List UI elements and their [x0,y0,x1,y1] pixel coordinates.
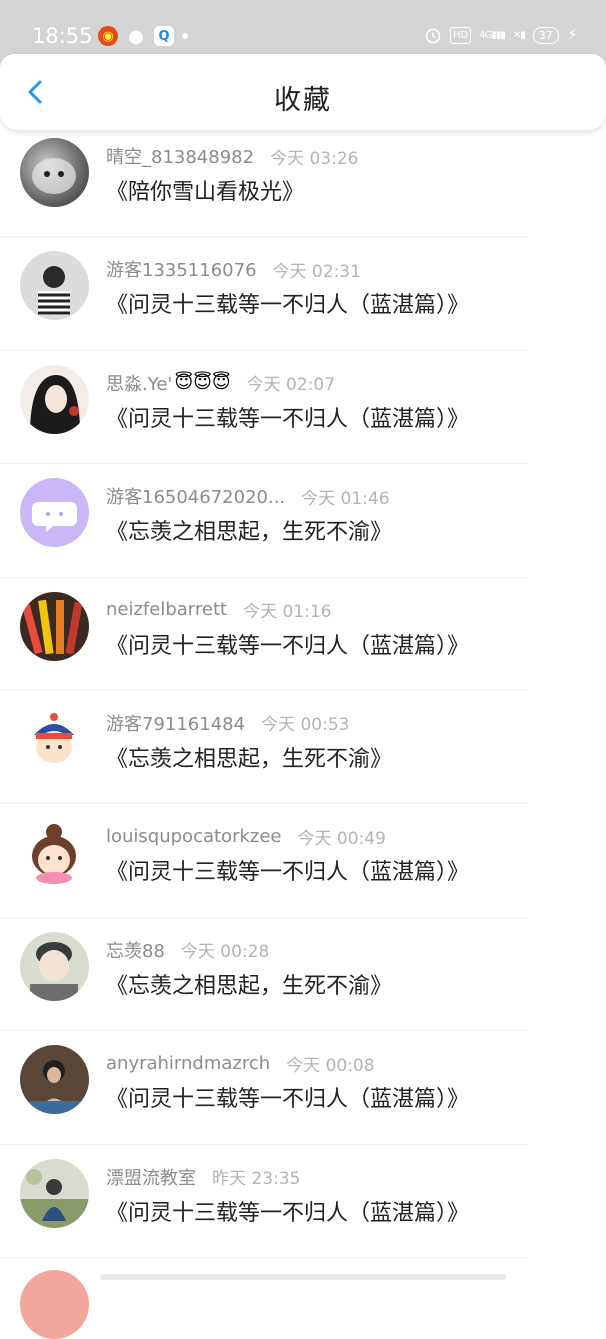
wechat-icon: ● [128,25,144,47]
list-item[interactable]: 游客1335116076 今天 02:31 《问灵十三载等一不归人（蓝湛篇）》 [0,237,606,352]
username[interactable]: 漂盟流教室 [106,1164,196,1190]
signal-2-icon: ✕▮ [512,29,526,41]
username[interactable]: neizfelbarrett [106,599,227,620]
list-item[interactable]: 漂盟流教室 昨天 23:35 《问灵十三载等一不归人（蓝湛篇）》 [0,1145,606,1259]
book-title[interactable]: 《问灵十三载等一不归人（蓝湛篇）》 [106,1081,469,1113]
weibo-icon: ◉ [98,26,118,46]
timestamp: 今天 03:26 [270,148,359,169]
alarm-icon [425,28,441,44]
item-meta: louisqupocatorkzee 今天 00:49 [106,824,386,849]
list-item[interactable]: 游客791161484 今天 00:53 《忘羡之相思起，生死不渝》 [0,691,606,805]
item-meta: anyrahirndmazrch 今天 00:08 [106,1051,375,1076]
username[interactable]: anyrahirndmazrch [106,1053,270,1074]
list-item[interactable]: 思淼.Ye' 😇😇😇 今天 02:07 《问灵十三载等一不归人（蓝湛篇）》 [0,351,606,465]
username[interactable]: 游客16504672020... [106,483,285,509]
book-title[interactable]: 《陪你雪山看极光》 [106,174,304,206]
charging-icon: ⚡ [566,25,578,44]
list-item[interactable]: louisqupocatorkzee 今天 00:49 《问灵十三载等一不归人（… [0,804,606,919]
favorites-list: 晴空_813848982 今天 03:26 《陪你雪山看极光》 游客133511… [0,124,606,1259]
username[interactable]: 游客1335116076 [106,256,257,282]
list-item[interactable]: anyrahirndmazrch 今天 00:08 《问灵十三载等一不归人（蓝湛… [0,1031,606,1145]
avatar[interactable] [20,591,89,661]
avatar[interactable] [20,1158,89,1228]
username-emoji: 😇😇😇 [174,372,231,394]
username[interactable]: 晴空_813848982 [106,143,254,169]
next-item-placeholder [100,1274,506,1280]
book-title[interactable]: 《忘羡之相思起，生死不渝》 [106,741,392,773]
book-title[interactable]: 《忘羡之相思起，生死不渝》 [106,514,392,546]
item-meta: neizfelbarrett 今天 01:16 [106,598,331,622]
status-indicators: HD 4G▮▮▮ ✕▮ 37 ⚡ [424,26,578,44]
timestamp: 昨天 23:35 [212,1169,301,1190]
timestamp: 今天 01:16 [243,602,332,623]
book-title[interactable]: 《问灵十三载等一不归人（蓝湛篇）》 [106,854,469,886]
avatar[interactable] [20,478,89,548]
avatar[interactable] [20,138,89,207]
item-meta: 晴空_813848982 今天 03:26 [106,143,359,169]
signal-icon: 4G▮▮▮ [479,29,506,41]
timestamp: 今天 02:07 [246,375,336,396]
avatar[interactable] [20,1270,89,1339]
timestamp: 今天 00:08 [286,1055,375,1076]
network-type: 4G [479,29,492,41]
username[interactable]: louisqupocatorkzee [106,826,282,847]
list-item[interactable]: 游客16504672020... 今天 01:46 《忘羡之相思起，生死不渝》 [0,464,606,578]
timestamp: 今天 00:28 [180,942,270,963]
book-title[interactable]: 《问灵十三载等一不归人（蓝湛篇）》 [106,1195,469,1227]
book-title[interactable]: 《忘羡之相思起，生死不渝》 [106,968,392,1000]
hd-badge: HD [450,26,472,44]
item-meta: 游客791161484 今天 00:53 [106,710,350,736]
timestamp: 今天 02:31 [272,261,361,282]
username[interactable]: 游客791161484 [106,710,245,736]
username[interactable]: 忘羡88 [106,937,165,963]
item-meta: 忘羡88 今天 00:28 [106,937,270,963]
book-title[interactable]: 《问灵十三载等一不归人（蓝湛篇）》 [106,401,469,433]
timestamp: 今天 00:53 [261,715,350,736]
avatar[interactable] [20,818,89,888]
status-app-icons: ◉ ● Q [98,25,188,47]
status-time: 18:55 [32,24,93,48]
book-title[interactable]: 《问灵十三载等一不归人（蓝湛篇）》 [106,628,469,660]
item-meta: 游客1335116076 今天 02:31 [106,256,361,282]
more-notifications-dot [182,33,188,39]
page-title: 收藏 [274,85,332,116]
list-item[interactable]: 忘羡88 今天 00:28 《忘羡之相思起，生死不渝》 [0,918,606,1032]
book-title[interactable]: 《问灵十三载等一不归人（蓝湛篇）》 [106,287,469,319]
timestamp: 今天 00:49 [297,828,386,849]
item-meta: 思淼.Ye' 😇😇😇 今天 02:07 [106,371,335,395]
browser-icon: Q [154,26,174,46]
avatar[interactable] [20,364,89,434]
app-header: 收藏 [0,54,606,130]
list-item[interactable]: 晴空_813848982 今天 03:26 《陪你雪山看极光》 [0,124,606,238]
avatar[interactable] [20,1045,89,1115]
battery-level: 37 [538,28,553,42]
avatar[interactable] [20,251,89,321]
timestamp: 今天 01:46 [301,488,390,509]
username[interactable]: 思淼.Ye' [106,370,172,396]
list-item[interactable]: neizfelbarrett 今天 01:16 《问灵十三载等一不归人（蓝湛篇）… [0,578,606,692]
battery-icon: 37 [532,26,559,44]
avatar[interactable] [20,704,89,774]
item-meta: 漂盟流教室 昨天 23:35 [106,1164,301,1190]
avatar[interactable] [20,931,89,1001]
item-meta: 游客16504672020... 今天 01:46 [106,483,390,509]
